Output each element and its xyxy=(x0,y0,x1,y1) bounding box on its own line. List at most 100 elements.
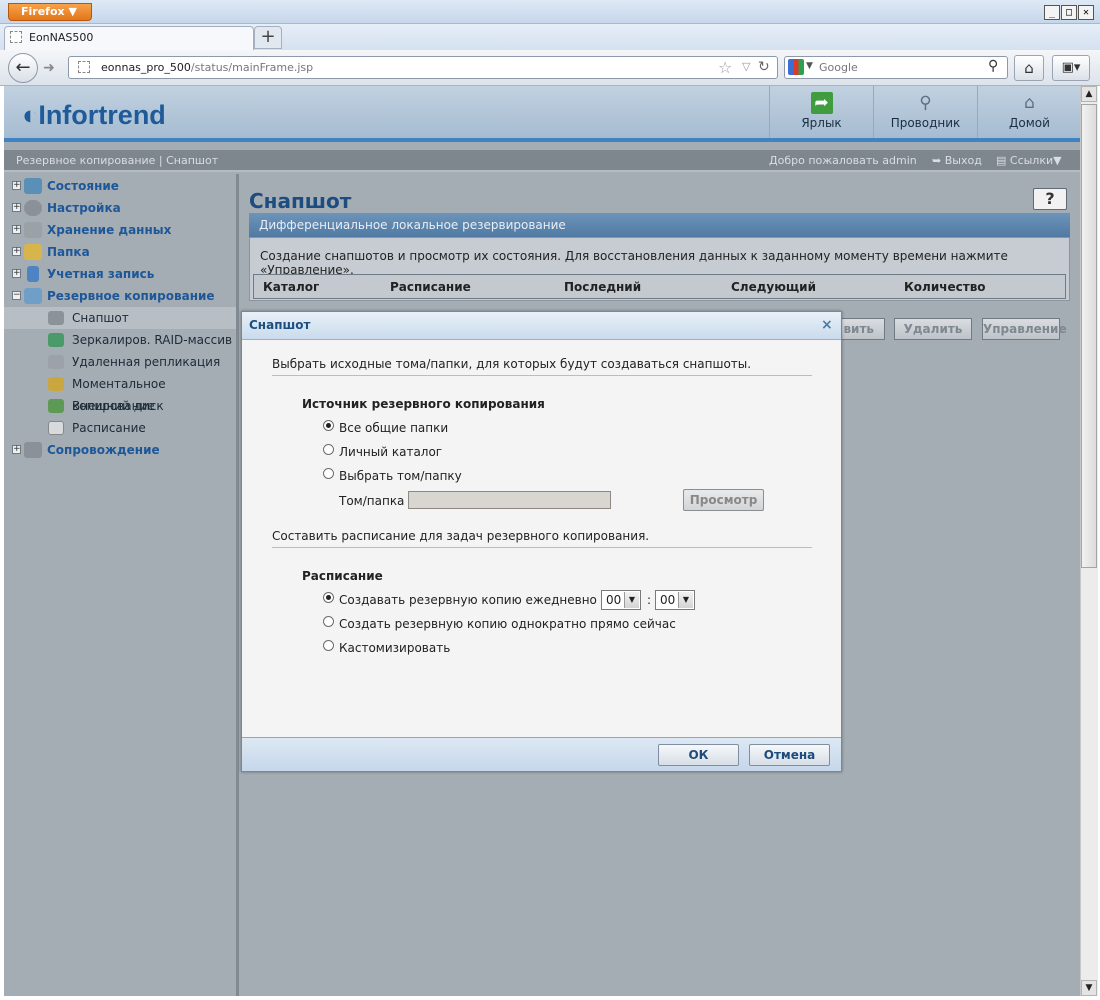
sidebar-item-settings[interactable]: + Настройка xyxy=(4,197,236,219)
column-count[interactable]: Количество xyxy=(904,280,986,294)
column-next[interactable]: Следующий xyxy=(731,280,816,294)
page-title: Снапшот xyxy=(249,189,352,213)
url-bar[interactable]: eonnas_pro_500/status/mainFrame.jsp xyxy=(68,56,778,79)
close-window-button[interactable]: ✕ xyxy=(1078,5,1094,20)
url-host: eonnas_pro_500 xyxy=(101,61,191,74)
sidebar-item-label: Учетная запись xyxy=(47,267,155,281)
manage-button[interactable]: Управление xyxy=(982,318,1067,340)
radio-personal-folder[interactable] xyxy=(323,444,334,455)
sidebar-item-remote-replication[interactable]: Удаленная репликация xyxy=(4,351,236,373)
google-engine-icon[interactable] xyxy=(788,59,804,75)
dialog-title: Снапшот xyxy=(249,318,311,332)
radio-backup-now[interactable] xyxy=(323,616,334,627)
expand-icon[interactable]: + xyxy=(12,269,21,278)
sidebar-item-folder[interactable]: + Папка xyxy=(4,241,236,263)
expand-icon[interactable]: + xyxy=(12,225,21,234)
sidebar-item-maintenance[interactable]: + Сопровождение xyxy=(4,439,236,461)
volume-label: Том/папка xyxy=(339,494,405,508)
external-disk-icon xyxy=(48,399,64,413)
browse-button[interactable]: Просмотр xyxy=(683,489,764,511)
sidebar-item-label: Расписание xyxy=(72,421,146,435)
option-label[interactable]: Личный каталог xyxy=(339,445,442,459)
sidebar-item-status[interactable]: + Состояние xyxy=(4,175,236,197)
divider xyxy=(272,547,812,548)
cancel-button[interactable]: Отмена xyxy=(749,744,830,766)
links-menu[interactable]: ▤ Ссылки▼ xyxy=(996,154,1062,167)
dialog-intro: Выбрать исходные тома/папки, для которых… xyxy=(272,357,752,371)
sidebar-item-schedule[interactable]: Расписание xyxy=(4,417,236,439)
hour-select[interactable]: 00 ▼ xyxy=(601,590,641,610)
expand-icon[interactable]: + xyxy=(12,247,21,256)
option-label[interactable]: Кастомизировать xyxy=(339,641,450,655)
expand-icon[interactable]: + xyxy=(12,181,21,190)
camera-icon xyxy=(48,311,64,325)
new-tab-button[interactable]: + xyxy=(254,26,282,49)
engine-dropdown-icon[interactable]: ▼ xyxy=(806,61,813,71)
sidebar-item-account[interactable]: + Учетная запись xyxy=(4,263,236,285)
page-icon xyxy=(10,31,22,43)
option-label[interactable]: Создавать резервную копию ежедневно в xyxy=(339,593,608,607)
chevron-down-icon[interactable]: ▼ xyxy=(678,592,693,608)
column-last[interactable]: Последний xyxy=(564,280,641,294)
minimize-button[interactable]: _ xyxy=(1044,5,1060,20)
option-label[interactable]: Все общие папки xyxy=(339,421,448,435)
breadcrumb: Резервное копирование | Снапшот xyxy=(16,154,219,167)
scroll-up-arrow-icon[interactable]: ▲ xyxy=(1081,86,1097,102)
scrollbar-thumb[interactable] xyxy=(1081,104,1097,568)
radio-daily-backup[interactable] xyxy=(323,592,334,603)
browser-tab[interactable]: EonNAS500 xyxy=(4,26,254,50)
shortcut-button[interactable]: ➦ Ярлык xyxy=(769,86,873,138)
sidebar-item-label: Сопровождение xyxy=(47,443,160,457)
sidebar-item-label: Хранение данных xyxy=(47,223,172,237)
radio-all-shared-folders[interactable] xyxy=(323,420,334,431)
house-icon: ⌂ xyxy=(1024,93,1035,113)
option-label[interactable]: Создать резервную копию однократно прямо… xyxy=(339,617,676,631)
dialog-header[interactable] xyxy=(242,312,841,340)
url-history-dropdown-icon[interactable]: ▽ xyxy=(742,60,750,73)
welcome-text: Добро пожаловать admin xyxy=(769,154,917,167)
explorer-label: Проводник xyxy=(890,116,961,130)
forward-arrow-icon[interactable]: ➜ xyxy=(40,58,58,78)
chevron-down-icon[interactable]: ▼ xyxy=(624,592,639,608)
column-schedule[interactable]: Расписание xyxy=(390,280,471,294)
radio-select-volume[interactable] xyxy=(323,468,334,479)
sidebar-item-snapshot[interactable]: Снапшот xyxy=(4,307,236,329)
explorer-button[interactable]: ⚲ Проводник xyxy=(873,86,977,138)
sidebar-item-label: Состояние xyxy=(47,179,119,193)
links-label: Ссылки▼ xyxy=(1009,154,1062,167)
reload-icon[interactable]: ↻ xyxy=(758,59,770,75)
expand-icon[interactable]: + xyxy=(12,445,21,454)
firefox-menu-button[interactable]: Firefox ▼ xyxy=(8,3,92,21)
home-button[interactable]: ⌂ Домой xyxy=(977,86,1081,138)
schedule-heading: Расписание xyxy=(302,569,383,583)
ok-button[interactable]: ОК xyxy=(658,744,739,766)
user-icon xyxy=(27,266,39,282)
delete-button[interactable]: Удалить xyxy=(894,318,972,340)
volume-folder-input[interactable] xyxy=(408,491,611,509)
search-input[interactable]: Google xyxy=(784,56,1008,79)
sidebar-item-instant-copy[interactable]: Моментальное копирование xyxy=(4,373,236,413)
expand-icon[interactable]: + xyxy=(12,203,21,212)
help-button[interactable]: ? xyxy=(1033,188,1067,210)
radio-customize[interactable] xyxy=(323,640,334,651)
option-label[interactable]: Выбрать том/папку xyxy=(339,469,462,483)
collapse-icon[interactable]: − xyxy=(12,291,21,300)
sidebar-item-storage[interactable]: + Хранение данных xyxy=(4,219,236,241)
sidebar-item-label: Внешний диск xyxy=(72,399,164,413)
sidebar-item-backup[interactable]: − Резервное копирование xyxy=(4,285,236,307)
logout-label: Выход xyxy=(944,154,982,167)
sidebar-item-external-disk[interactable]: Внешний диск xyxy=(4,395,236,417)
search-icon[interactable]: ⚲ xyxy=(988,58,998,74)
column-catalog[interactable]: Каталог xyxy=(263,280,319,294)
site-identity-icon[interactable] xyxy=(78,61,90,73)
minute-select[interactable]: 00 ▼ xyxy=(655,590,695,610)
scroll-down-arrow-icon[interactable]: ▼ xyxy=(1081,980,1097,996)
logout-link[interactable]: ➥ Выход xyxy=(932,154,982,167)
close-icon[interactable]: × xyxy=(821,317,833,333)
bookmarks-menu-icon[interactable]: ▣▾ xyxy=(1052,55,1090,81)
bookmark-star-icon[interactable]: ☆ xyxy=(718,58,732,77)
back-arrow-icon[interactable]: ← xyxy=(8,53,38,83)
home-icon[interactable]: ⌂ xyxy=(1014,55,1044,81)
maximize-button[interactable]: □ xyxy=(1061,5,1077,20)
sidebar-item-raid-mirror[interactable]: Зеркалиров. RAID-массив xyxy=(4,329,236,351)
